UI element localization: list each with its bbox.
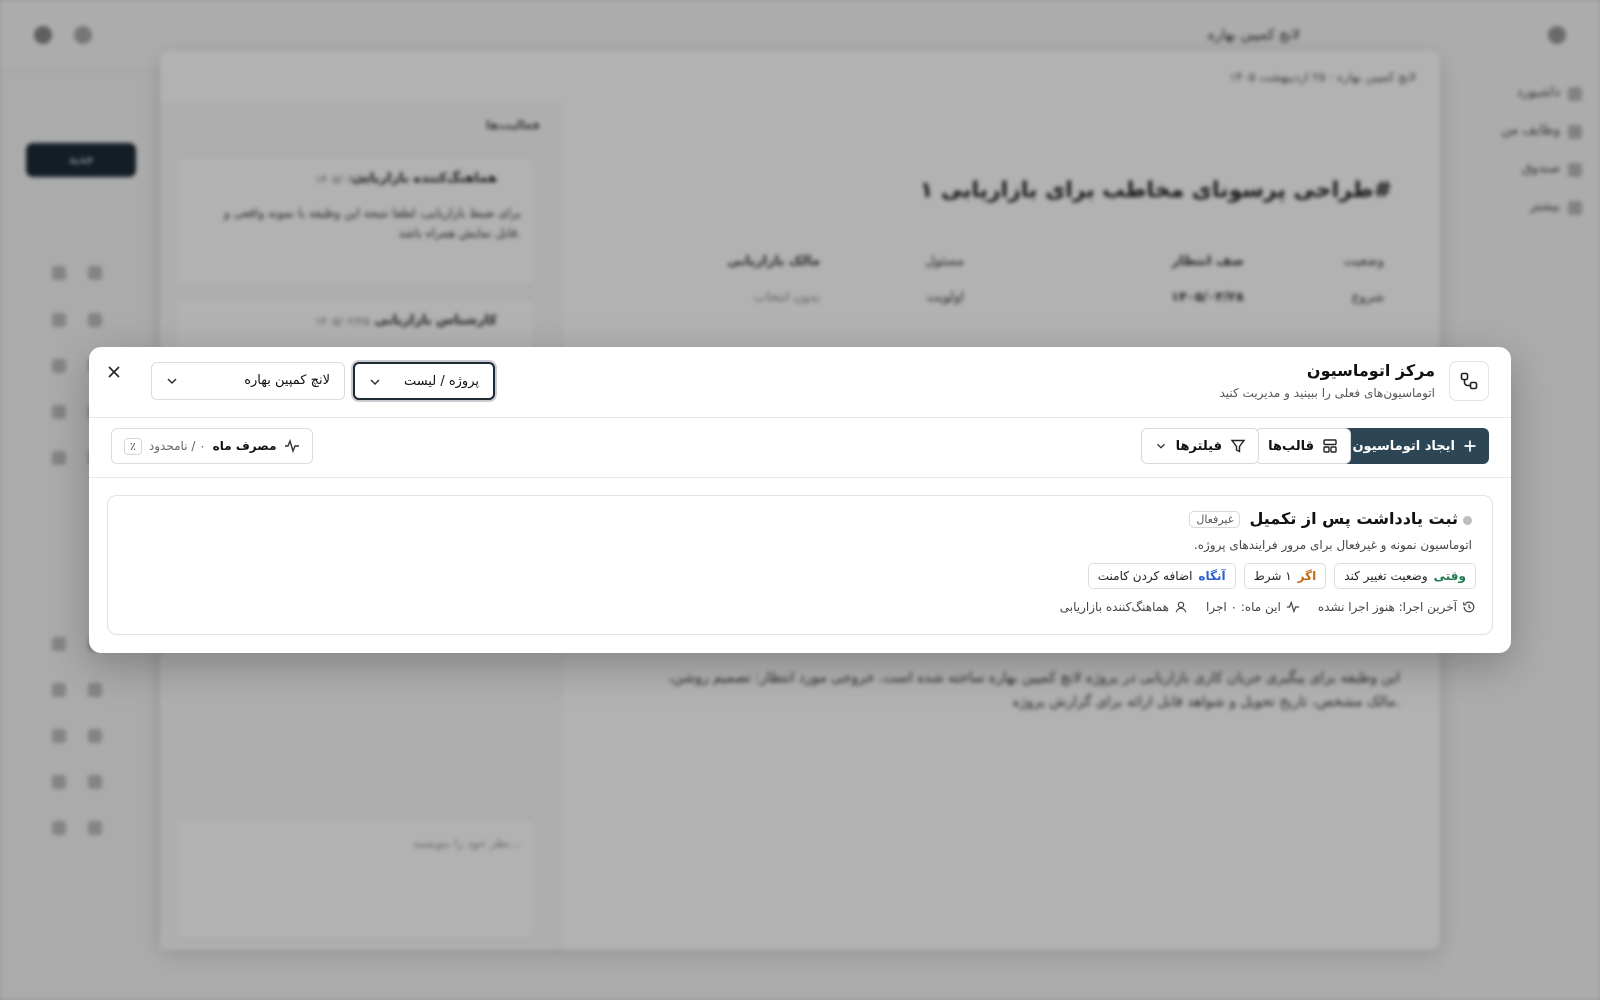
action-value: اضافه کردن کامنت <box>1097 569 1193 583</box>
automation-description: اتوماسیون نمونه و غیرفعال برای مرور فرای… <box>1193 538 1472 552</box>
view-select-value: پروژه / لیست <box>403 374 479 389</box>
view-select[interactable]: پروژه / لیست <box>353 362 495 400</box>
modal-toolbar: ایجاد اتوماسیون قالب‌ها فیلترها مصرف ماه… <box>89 417 1511 478</box>
usage-count: ۰ / نامحدود <box>148 439 206 453</box>
last-run: آخرین اجرا: هنوز اجرا نشده <box>1318 600 1476 614</box>
close-button[interactable] <box>103 361 125 383</box>
templates-button[interactable]: قالب‌ها <box>1255 428 1351 464</box>
usage-percent: ٪ <box>124 437 142 455</box>
trigger-chip: وقتی وضعیت تغییر کند <box>1334 563 1476 589</box>
condition-value: ۱ شرط <box>1253 569 1292 583</box>
filters-label: فیلترها <box>1175 438 1222 454</box>
action-chip: آنگاه اضافه کردن کامنت <box>1087 563 1236 589</box>
user-icon <box>1175 601 1187 613</box>
activity-icon <box>1286 600 1299 614</box>
plus-icon <box>1464 440 1476 452</box>
automation-title: ثبت یادداشت پس از تکمیل <box>1249 509 1458 528</box>
trigger-value: وضعیت تغییر کند <box>1344 569 1428 583</box>
chevron-down-icon <box>370 379 380 386</box>
owner-text: هماهنگ‌کننده بازاریابی <box>1059 600 1170 614</box>
automation-icon <box>1449 361 1489 401</box>
status-dot <box>1463 516 1472 525</box>
action-key: آنگاه <box>1198 569 1226 583</box>
create-automation-label: ایجاد اتوماسیون <box>1352 438 1455 454</box>
condition-chip: اگر ۱ شرط <box>1243 563 1327 589</box>
create-automation-button[interactable]: ایجاد اتوماسیون <box>1340 428 1489 464</box>
templates-label: قالب‌ها <box>1268 438 1314 454</box>
usage-label: مصرف ماه <box>212 439 277 453</box>
modal-header: مرکز اتوماسیون اتوماسیون‌های فعلی را ببی… <box>89 347 1511 418</box>
monthly-usage-indicator: مصرف ماه ۰ / نامحدود ٪ <box>111 428 313 464</box>
project-select[interactable]: لانچ کمپین بهاره <box>151 362 345 400</box>
trigger-key: وقتی <box>1433 569 1466 583</box>
close-icon <box>108 366 120 378</box>
status-badge: غیرفعال <box>1189 511 1241 528</box>
activity-icon <box>284 438 299 454</box>
history-icon <box>1463 601 1475 613</box>
automation-center-modal: مرکز اتوماسیون اتوماسیون‌های فعلی را ببی… <box>89 347 1511 653</box>
template-icon <box>1323 439 1337 453</box>
modal-subtitle: اتوماسیون‌های فعلی را ببینید و مدیریت کن… <box>1219 386 1435 400</box>
month-runs: این ماه: ۰ اجرا <box>1206 600 1300 614</box>
automation-card[interactable]: ثبت یادداشت پس از تکمیل غیرفعال اتوماسیو… <box>107 495 1493 635</box>
automation-owner: هماهنگ‌کننده بازاریابی <box>1060 600 1188 614</box>
filter-icon <box>1230 439 1246 453</box>
last-run-text: آخرین اجرا: هنوز اجرا نشده <box>1317 600 1457 614</box>
modal-title: مرکز اتوماسیون <box>1306 361 1435 380</box>
condition-key: اگر <box>1297 569 1317 583</box>
chevron-down-icon <box>167 378 177 385</box>
filters-button[interactable]: فیلترها <box>1140 428 1259 464</box>
project-select-value: لانچ کمپین بهاره <box>244 373 330 388</box>
month-runs-text: این ماه: ۰ اجرا <box>1206 600 1281 614</box>
chevron-down-icon <box>1156 443 1165 449</box>
